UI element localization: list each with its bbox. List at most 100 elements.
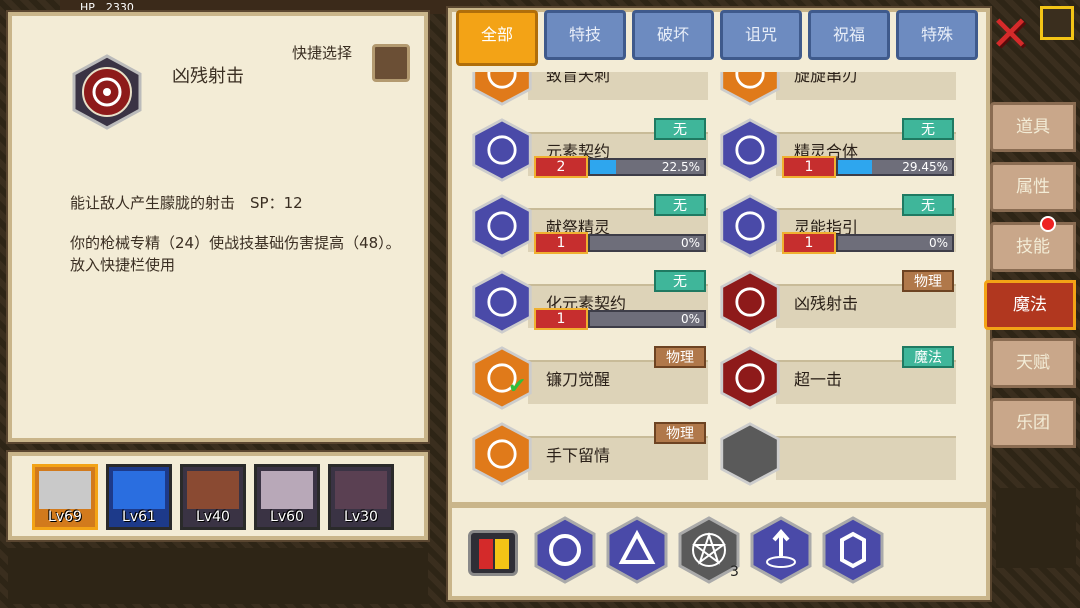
skill-row[interactable] [706, 420, 956, 488]
progress-fill [590, 160, 616, 174]
skill-row[interactable]: 元素契约无 2 22.5% [458, 116, 708, 184]
skill-row[interactable]: 化元素契约无 1 0% [458, 268, 708, 336]
bow-weapon-icon[interactable] [996, 488, 1076, 568]
member-level: Lv30 [344, 509, 378, 525]
progress-fill [838, 160, 872, 174]
crown-icon [720, 346, 780, 410]
party-member-3[interactable]: Lv40 [180, 464, 246, 530]
blade-icon [720, 72, 780, 106]
side-tab-troupe[interactable]: 乐团 [990, 398, 1076, 448]
skill-effect: 你的枪械专精（24）使战技基础伤害提高（48）。 放入快捷栏使用 [70, 234, 454, 274]
tab-destruction[interactable]: 破坏 [632, 10, 714, 60]
progress-percent: 22.5% [661, 160, 700, 174]
party-member-5[interactable]: Lv30 [328, 464, 394, 530]
side-tab-talent[interactable]: 天赋 [990, 338, 1076, 388]
progress-percent: 0% [680, 312, 700, 326]
palm-icon [472, 422, 532, 486]
skill-row[interactable]: 镰刀觉醒 物理 ✔ [458, 344, 708, 412]
skill-row-bar [776, 436, 956, 480]
quick-bar: 3 [452, 508, 986, 596]
skill-description: 能让敌人产生朦胧的射击 SP：12 [70, 194, 303, 212]
skill-name: 超一击 [794, 370, 843, 389]
progress-percent: 0% [928, 236, 948, 250]
skill-level: 2 [534, 156, 588, 178]
skill-progress-bar: 29.45% [836, 158, 954, 176]
skill-detail-panel: 凶残射击 快捷选择 能让敌人产生朦胧的射击 SP：12 你的枪械专精（24）使战… [6, 10, 454, 444]
skill-row[interactable]: 凶残射击 物理 [706, 268, 956, 336]
side-tab-attributes[interactable]: 属性 [990, 162, 1076, 212]
avatar [335, 471, 387, 509]
avatar [261, 471, 313, 509]
skill-level: 1 [782, 156, 836, 178]
target-icon [72, 54, 142, 130]
hexagon-link-icon [720, 194, 780, 258]
quick-select-checkbox[interactable] [372, 44, 410, 82]
map-toggle-icon[interactable] [1040, 6, 1074, 40]
tab-special[interactable]: 特殊 [896, 10, 978, 60]
arrow-up-circle-icon[interactable] [750, 516, 812, 584]
hexagon-link-icon[interactable] [822, 516, 884, 584]
tab-blessing[interactable]: 祝福 [808, 10, 890, 60]
skill-row[interactable]: 旋旋串刃 [706, 72, 956, 108]
pentagram-count: 3 [730, 564, 739, 580]
pentagram-icon [472, 118, 532, 182]
skill-title: 凶残射击 [172, 66, 244, 87]
member-level: Lv60 [270, 509, 304, 525]
triangle-spirit-icon [472, 194, 532, 258]
skill-list[interactable]: 致盲天刺 元素契约无 2 22.5% 献祭精灵无 1 0% 化元素契约无 1 0% 镰刀觉醒 物理 ✔ 手… [458, 72, 980, 502]
skill-row[interactable]: 手下留情 物理 [458, 420, 708, 488]
tab-technique[interactable]: 特技 [544, 10, 626, 60]
party-member-2[interactable]: Lv61 [106, 464, 172, 530]
progress-percent: 29.45% [902, 160, 948, 174]
triangle-spirit-icon[interactable] [606, 516, 668, 584]
close-icon[interactable]: ✕ [990, 10, 1032, 58]
skill-progress-bar: 0% [588, 310, 706, 328]
skill-name: 凶残射击 [794, 294, 859, 313]
notification-dot [1040, 216, 1056, 232]
skill-progress-bar: 22.5% [588, 158, 706, 176]
skill-type-badge: 无 [654, 194, 706, 216]
skill-row[interactable]: 致盲天刺 [458, 72, 708, 108]
skill-type-badge: 魔法 [902, 346, 954, 368]
side-tab-magic[interactable]: 魔法 [984, 280, 1076, 330]
skill-name: 致盲天刺 [546, 72, 611, 85]
skill-type-badge: 物理 [654, 422, 706, 444]
skill-name: 旋旋串刃 [794, 72, 859, 85]
tab-curse[interactable]: 诅咒 [720, 10, 802, 60]
skill-type-badge: 物理 [902, 270, 954, 292]
skill-level: 1 [782, 232, 836, 254]
party-strip: Lv69 Lv61 Lv40 Lv60 Lv30 [6, 450, 430, 542]
member-level: Lv40 [196, 509, 230, 525]
avatar [39, 471, 91, 509]
skill-row[interactable]: 超一击 魔法 [706, 344, 956, 412]
skill-progress-bar: 0% [588, 234, 706, 252]
skill-type-badge: 无 [902, 118, 954, 140]
side-tab-skills[interactable]: 技能 [990, 222, 1076, 272]
party-member-4[interactable]: Lv60 [254, 464, 320, 530]
spiral-icon [720, 118, 780, 182]
skill-level: 1 [534, 308, 588, 330]
slash-icon [472, 72, 532, 106]
category-tabs: 全部 特技 破坏 诅咒 祝福 特殊 [456, 10, 980, 66]
avatar [187, 471, 239, 509]
skill-row[interactable]: 献祭精灵无 1 0% [458, 192, 708, 260]
side-tab-items[interactable]: 道具 [990, 102, 1076, 152]
member-level: Lv69 [48, 509, 82, 525]
spiral-icon[interactable] [534, 516, 596, 584]
party-member-1[interactable]: Lv69 [32, 464, 98, 530]
tab-all[interactable]: 全部 [456, 10, 538, 66]
skill-level: 1 [534, 232, 588, 254]
skill-type-badge: 物理 [654, 346, 706, 368]
arrow-up-circle-icon [472, 270, 532, 334]
hotbar-page-button[interactable] [468, 530, 518, 576]
progress-percent: 0% [680, 236, 700, 250]
skill-row[interactable]: 精灵合体无 1 29.45% [706, 116, 956, 184]
skill-type-badge: 无 [902, 194, 954, 216]
avatar [113, 471, 165, 509]
skill-row[interactable]: 灵能指引无 1 0% [706, 192, 956, 260]
check-icon: ✔ [508, 374, 527, 399]
skill-progress-bar: 0% [836, 234, 954, 252]
empty-slot-icon [720, 422, 780, 486]
skill-type-badge: 无 [654, 118, 706, 140]
footer-strip [8, 548, 428, 604]
